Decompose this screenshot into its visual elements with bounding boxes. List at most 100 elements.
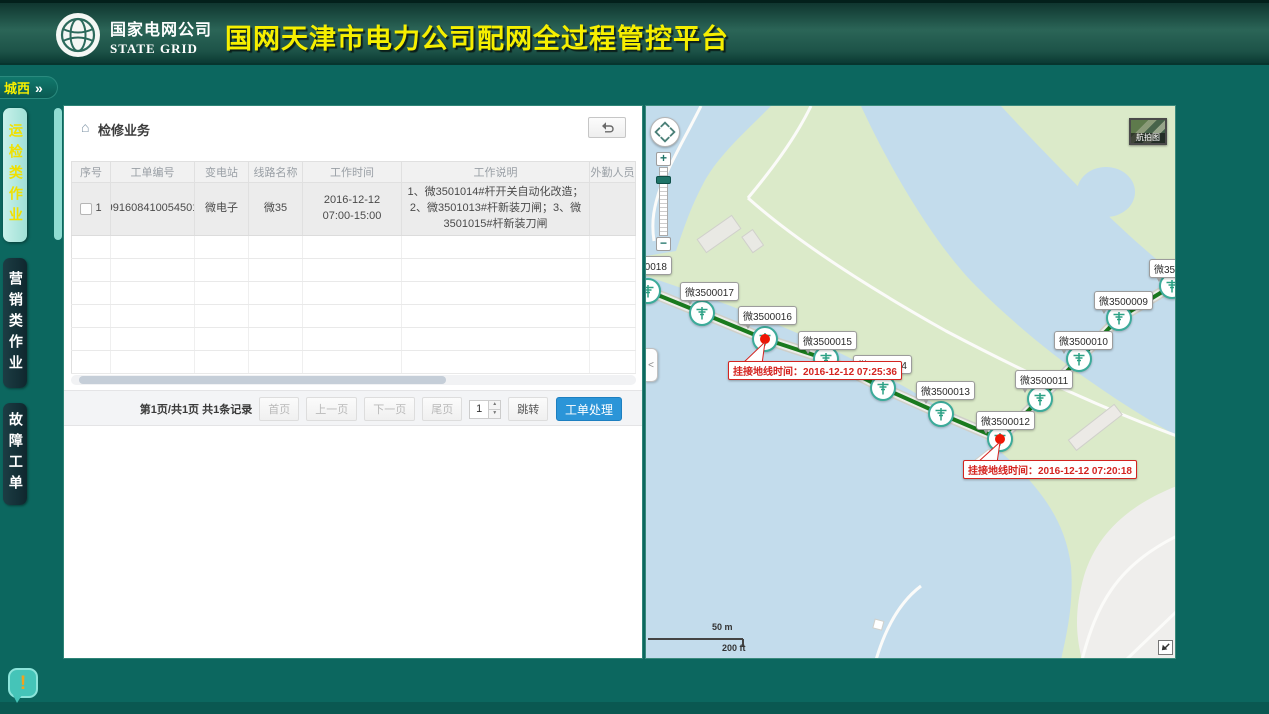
- home-icon: ⌂: [81, 119, 89, 135]
- line-name-cell: 微35: [249, 183, 303, 235]
- sidebar-tab-guzhang[interactable]: 故障工单: [3, 403, 27, 505]
- scrollbar-thumb[interactable]: [79, 376, 446, 384]
- utility-pole-icon: [1032, 391, 1048, 407]
- last-page-button[interactable]: 尾页: [422, 397, 462, 421]
- header-separator: [0, 63, 1269, 65]
- empty-cell: [249, 305, 303, 327]
- sidebar-tab-yunjian[interactable]: 运检类作业: [3, 108, 27, 242]
- empty-cell: [590, 259, 636, 281]
- pole-label: 微3500012: [976, 411, 1035, 430]
- pagination-cluster: 第1页/共1页 共1条记录 首页 上一页 下一页 尾页 ▲ ▼ 跳转: [124, 391, 564, 427]
- empty-cell: [111, 259, 195, 281]
- next-page-button[interactable]: 下一页: [364, 397, 415, 421]
- seq-cell: 1: [71, 183, 111, 235]
- pole-label: 微3500017: [680, 282, 739, 301]
- table-empty-row: [71, 328, 636, 351]
- empty-cell: [71, 259, 111, 281]
- empty-cell: [402, 305, 590, 327]
- horizontal-scrollbar: [71, 375, 636, 385]
- table-header-row: 序号工单编号变电站线路名称工作时间工作说明外勤人员: [71, 161, 636, 183]
- pole-label: 微3500011: [1015, 370, 1073, 389]
- pole-marker[interactable]: [1027, 386, 1053, 412]
- zoom-slider-handle[interactable]: [656, 176, 671, 184]
- column-header: 工作说明: [402, 162, 590, 182]
- empty-cell: [195, 259, 249, 281]
- empty-cell: [195, 305, 249, 327]
- map-base-layer: [646, 106, 1176, 659]
- pan-compass-control[interactable]: [650, 117, 680, 147]
- prev-page-button[interactable]: 上一页: [306, 397, 357, 421]
- page-spinner: ▲ ▼: [489, 400, 501, 419]
- map-resize-icon[interactable]: [1158, 640, 1173, 655]
- page-number-input[interactable]: [469, 400, 489, 419]
- empty-cell: [402, 259, 590, 281]
- empty-cell: [111, 282, 195, 304]
- notification-bubble[interactable]: !: [8, 668, 38, 698]
- empty-cell: [249, 328, 303, 350]
- empty-cell: [303, 236, 402, 258]
- pole-label: 微3500015: [798, 331, 857, 350]
- map-panel[interactable]: + − 航拍图 < 50 m 200 ft 微3500018微3500017微3…: [645, 105, 1176, 659]
- work-order-panel: ⌂ 检修业务 序号工单编号变电站线路名称工作时间工作说明外勤人员 1 9916084…: [63, 105, 643, 659]
- table-empty-row: [71, 259, 636, 282]
- row-checkbox[interactable]: [80, 203, 92, 215]
- column-header: 工单编号: [111, 162, 195, 182]
- aerial-view-label: 航拍图: [1131, 133, 1165, 143]
- empty-cell: [195, 328, 249, 350]
- pole-label: 微3500008: [1149, 259, 1176, 278]
- state-grid-logo-icon: [55, 12, 101, 58]
- order-no-cell: 991608410054501: [111, 183, 195, 235]
- pole-label: 微3500013: [916, 381, 975, 400]
- spinner-down-icon[interactable]: ▼: [489, 409, 500, 418]
- collapse-panel-handle[interactable]: <: [645, 348, 658, 382]
- seq-value: 1: [95, 201, 101, 217]
- column-header: 线路名称: [249, 162, 303, 182]
- page-title: 国网天津市电力公司配网全过程管控平台: [225, 17, 729, 56]
- process-order-button[interactable]: 工单处理: [556, 397, 622, 421]
- empty-cell: [71, 236, 111, 258]
- exclamation-icon: !: [20, 674, 26, 693]
- aerial-view-toggle[interactable]: 航拍图: [1129, 118, 1167, 145]
- pagination-bar: 第1页/共1页 共1条记录 首页 上一页 下一页 尾页 ▲ ▼ 跳转 工单处理: [64, 390, 642, 426]
- scale-imperial-label: 200 ft: [722, 643, 746, 653]
- empty-cell: [249, 282, 303, 304]
- scale-metric-label: 50 m: [712, 622, 733, 632]
- active-tab-indicator: [54, 108, 62, 240]
- sidebar-tab-yingxiao[interactable]: 营销类作业: [3, 258, 27, 388]
- pole-marker[interactable]: [752, 326, 778, 352]
- table-empty-row: [71, 282, 636, 305]
- grounding-alert-dot: [760, 334, 770, 344]
- first-page-button[interactable]: 首页: [259, 397, 299, 421]
- panel-title-row: ⌂ 检修业务: [64, 106, 642, 148]
- zoom-in-button[interactable]: +: [656, 152, 671, 166]
- undo-arrow-icon: [599, 121, 615, 134]
- empty-cell: [111, 328, 195, 350]
- table-row: 1991608410054501微电子微352016-12-1207:00-15…: [71, 183, 636, 236]
- sidebar-tab-label: 故障工单: [4, 412, 26, 496]
- empty-cell: [195, 236, 249, 258]
- brand-cn: 国家电网公司: [110, 16, 212, 40]
- sidebar-tab-label: 运检类作业: [4, 123, 26, 228]
- utility-pole-icon: [1111, 310, 1127, 326]
- empty-cell: [402, 351, 590, 373]
- expand-chevrons-icon[interactable]: »: [35, 81, 43, 95]
- column-header: 序号: [71, 162, 111, 182]
- pole-label: 微3500010: [1054, 331, 1113, 350]
- empty-cell: [303, 305, 402, 327]
- work-order-table: 序号工单编号变电站线路名称工作时间工作说明外勤人员 1 99160841005450…: [71, 161, 636, 374]
- pan-up-icon: [661, 123, 668, 127]
- empty-cell: [111, 305, 195, 327]
- spinner-up-icon[interactable]: ▲: [489, 401, 500, 409]
- region-tab[interactable]: 城西 »: [0, 76, 58, 99]
- zoom-out-button[interactable]: −: [656, 237, 671, 251]
- utility-pole-icon: [694, 305, 710, 321]
- empty-cell: [402, 236, 590, 258]
- empty-cell: [71, 328, 111, 350]
- return-button[interactable]: [588, 117, 626, 138]
- jump-button[interactable]: 跳转: [508, 397, 548, 421]
- table-empty-row: [71, 236, 636, 259]
- empty-cell: [249, 351, 303, 373]
- app-header: 国家电网公司 STATE GRID 国网天津市电力公司配网全过程管控平台: [0, 3, 1269, 63]
- pole-marker[interactable]: [928, 401, 954, 427]
- empty-cell: [249, 236, 303, 258]
